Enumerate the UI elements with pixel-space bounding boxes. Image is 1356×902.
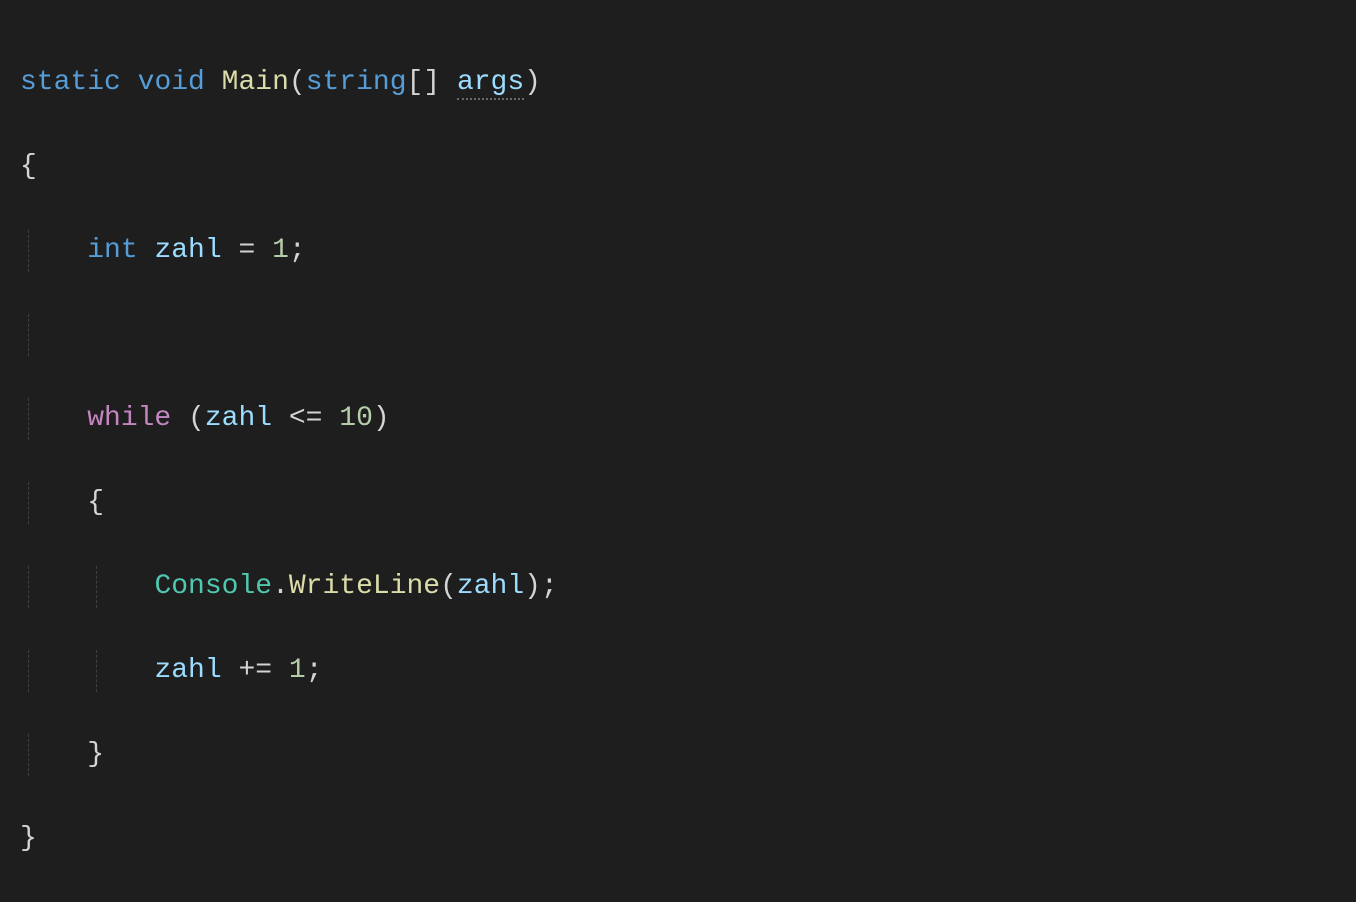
variable-zahl: zahl bbox=[205, 403, 272, 434]
equals-op: = bbox=[222, 235, 272, 266]
type-int: int bbox=[87, 235, 137, 266]
indent bbox=[20, 734, 87, 776]
code-line-5[interactable]: while (zahl <= 10) bbox=[20, 398, 1336, 440]
param-args: args bbox=[457, 67, 524, 100]
brace-open: { bbox=[20, 151, 37, 182]
indent bbox=[20, 230, 87, 272]
indent bbox=[20, 650, 154, 692]
code-line-10[interactable]: } bbox=[20, 818, 1336, 860]
brace-close: } bbox=[87, 739, 104, 770]
keyword-static: static bbox=[20, 67, 121, 98]
semicolon: ; bbox=[289, 235, 306, 266]
variable-zahl: zahl bbox=[154, 235, 221, 266]
semicolon: ; bbox=[541, 571, 558, 602]
dot-op: . bbox=[272, 571, 289, 602]
comparison-op: <= bbox=[272, 403, 339, 434]
plus-equals-op: += bbox=[222, 655, 289, 686]
code-line-9[interactable]: } bbox=[20, 734, 1336, 776]
indent bbox=[20, 482, 87, 524]
indent bbox=[20, 314, 87, 356]
code-editor[interactable]: static void Main(string[] args) { int za… bbox=[20, 20, 1336, 902]
paren-close: ) bbox=[524, 67, 541, 98]
code-line-4[interactable] bbox=[20, 314, 1336, 356]
brace-open: { bbox=[87, 487, 104, 518]
type-string: string bbox=[306, 67, 407, 98]
paren-close: ) bbox=[373, 403, 390, 434]
variable-zahl: zahl bbox=[457, 571, 524, 602]
code-line-8[interactable]: zahl += 1; bbox=[20, 650, 1336, 692]
method-writeline: WriteLine bbox=[289, 571, 440, 602]
indent bbox=[20, 566, 154, 608]
paren-open: ( bbox=[289, 67, 306, 98]
class-console: Console bbox=[154, 571, 272, 602]
variable-zahl: zahl bbox=[154, 655, 221, 686]
code-line-1[interactable]: static void Main(string[] args) bbox=[20, 62, 1336, 104]
brackets: [] bbox=[407, 67, 441, 98]
brace-close: } bbox=[20, 823, 37, 854]
code-line-2[interactable]: { bbox=[20, 146, 1336, 188]
paren-close: ) bbox=[524, 571, 541, 602]
code-line-7[interactable]: Console.WriteLine(zahl); bbox=[20, 566, 1336, 608]
number-literal: 1 bbox=[272, 235, 289, 266]
semicolon: ; bbox=[306, 655, 323, 686]
paren-open: ( bbox=[171, 403, 205, 434]
function-name: Main bbox=[222, 67, 289, 98]
number-literal: 10 bbox=[339, 403, 373, 434]
keyword-while: while bbox=[87, 403, 171, 434]
indent bbox=[20, 398, 87, 440]
code-line-6[interactable]: { bbox=[20, 482, 1336, 524]
keyword-void: void bbox=[138, 67, 205, 98]
paren-open: ( bbox=[440, 571, 457, 602]
code-line-3[interactable]: int zahl = 1; bbox=[20, 230, 1336, 272]
number-literal: 1 bbox=[289, 655, 306, 686]
